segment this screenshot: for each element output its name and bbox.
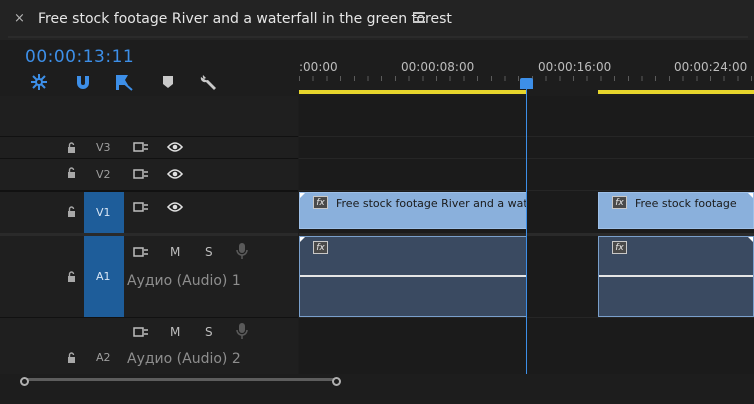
- audio-volume-line[interactable]: [300, 275, 526, 277]
- track-name-a1[interactable]: A1: [96, 270, 111, 283]
- work-area-bar[interactable]: [598, 90, 754, 94]
- playhead-timecode[interactable]: 00:00:13:11: [25, 47, 134, 67]
- fx-badge[interactable]: fx: [612, 241, 627, 254]
- scrollbar-right-handle[interactable]: [332, 377, 341, 386]
- clip-end-corner: [748, 193, 753, 198]
- scrollbar-track[interactable]: [20, 377, 341, 386]
- track-a2: A2 M S Аудио (Audio) 2: [0, 318, 298, 374]
- sync-lock-icon[interactable]: [133, 201, 149, 213]
- clip-label: Free stock footage: [635, 197, 737, 210]
- lock-icon[interactable]: [66, 271, 77, 282]
- sync-lock-icon[interactable]: [133, 141, 149, 153]
- track-v2: V2: [0, 158, 298, 190]
- audio-track-label: Аудио (Audio) 1: [127, 273, 241, 289]
- mute-button[interactable]: M: [170, 325, 180, 339]
- wrench-settings-icon[interactable]: [199, 72, 221, 92]
- playhead-line[interactable]: [526, 89, 527, 374]
- audio-clip[interactable]: fx: [299, 236, 527, 317]
- clip-end-corner: [748, 237, 753, 242]
- lock-icon[interactable]: [66, 142, 77, 153]
- fx-badge[interactable]: fx: [612, 196, 627, 209]
- eye-icon[interactable]: [167, 201, 183, 213]
- clip-label: Free stock footage River and a water: [336, 197, 527, 210]
- sync-lock-icon[interactable]: [133, 326, 149, 338]
- horizontal-zoom-scrollbar[interactable]: [0, 374, 754, 404]
- audio-clip[interactable]: fx: [598, 236, 754, 317]
- lock-icon[interactable]: [66, 206, 77, 217]
- ruler-label-16s: 00:00:16:00: [538, 60, 612, 74]
- track-headers: V3 V2 V1 A1 M S Аудио (Audio) 1 A2 M S А: [0, 96, 298, 374]
- solo-button[interactable]: S: [205, 245, 213, 259]
- solo-button[interactable]: S: [205, 325, 213, 339]
- sync-lock-icon[interactable]: [133, 168, 149, 180]
- add-marker-flag-icon[interactable]: [113, 72, 135, 92]
- track-name-v3[interactable]: V3: [96, 141, 111, 154]
- ruler-label-8s: 00:00:08:00: [401, 60, 475, 74]
- scrollbar-left-handle[interactable]: [20, 377, 29, 386]
- track-v1: V1: [0, 192, 298, 233]
- fx-badge[interactable]: fx: [313, 241, 328, 254]
- clip-start-corner: [300, 193, 305, 198]
- magnet-linked-selection-icon[interactable]: [73, 72, 95, 92]
- tab-underline: [8, 36, 748, 38]
- mute-button[interactable]: M: [170, 245, 180, 259]
- eye-icon[interactable]: [167, 168, 183, 180]
- microphone-icon[interactable]: [236, 242, 248, 260]
- lock-icon[interactable]: [66, 352, 77, 363]
- snap-in-timeline-icon[interactable]: [29, 72, 51, 92]
- track-name-v1[interactable]: V1: [96, 206, 111, 219]
- microphone-icon[interactable]: [236, 322, 248, 340]
- track-name-a2[interactable]: A2: [96, 351, 111, 364]
- sync-lock-icon[interactable]: [133, 246, 149, 258]
- ruler-label-0: :00:00: [299, 60, 338, 74]
- video-clip[interactable]: fx Free stock footage: [598, 192, 754, 229]
- clip-start-corner: [300, 237, 305, 242]
- ruler-label-24s: 00:00:24:00: [674, 60, 748, 74]
- lock-icon[interactable]: [66, 167, 77, 178]
- work-area-bar[interactable]: [299, 90, 526, 94]
- track-v3: V3: [0, 136, 298, 158]
- panel-header: × Free stock footage River and a waterfa…: [0, 0, 754, 40]
- track-a1: A1 M S Аудио (Audio) 1: [0, 236, 298, 317]
- close-icon[interactable]: ×: [14, 11, 25, 26]
- audio-track-label: Аудио (Audio) 2: [127, 351, 241, 367]
- audio-volume-line[interactable]: [599, 275, 753, 277]
- fx-badge[interactable]: fx: [313, 196, 328, 209]
- marker-icon[interactable]: [161, 72, 183, 92]
- track-name-v2[interactable]: V2: [96, 168, 111, 181]
- playhead-handle[interactable]: [520, 78, 533, 89]
- video-clip[interactable]: fx Free stock footage River and a water: [299, 192, 527, 229]
- sequence-tab-title[interactable]: Free stock footage River and a waterfall…: [38, 11, 452, 27]
- eye-icon[interactable]: [167, 141, 183, 153]
- hamburger-icon[interactable]: [413, 12, 425, 26]
